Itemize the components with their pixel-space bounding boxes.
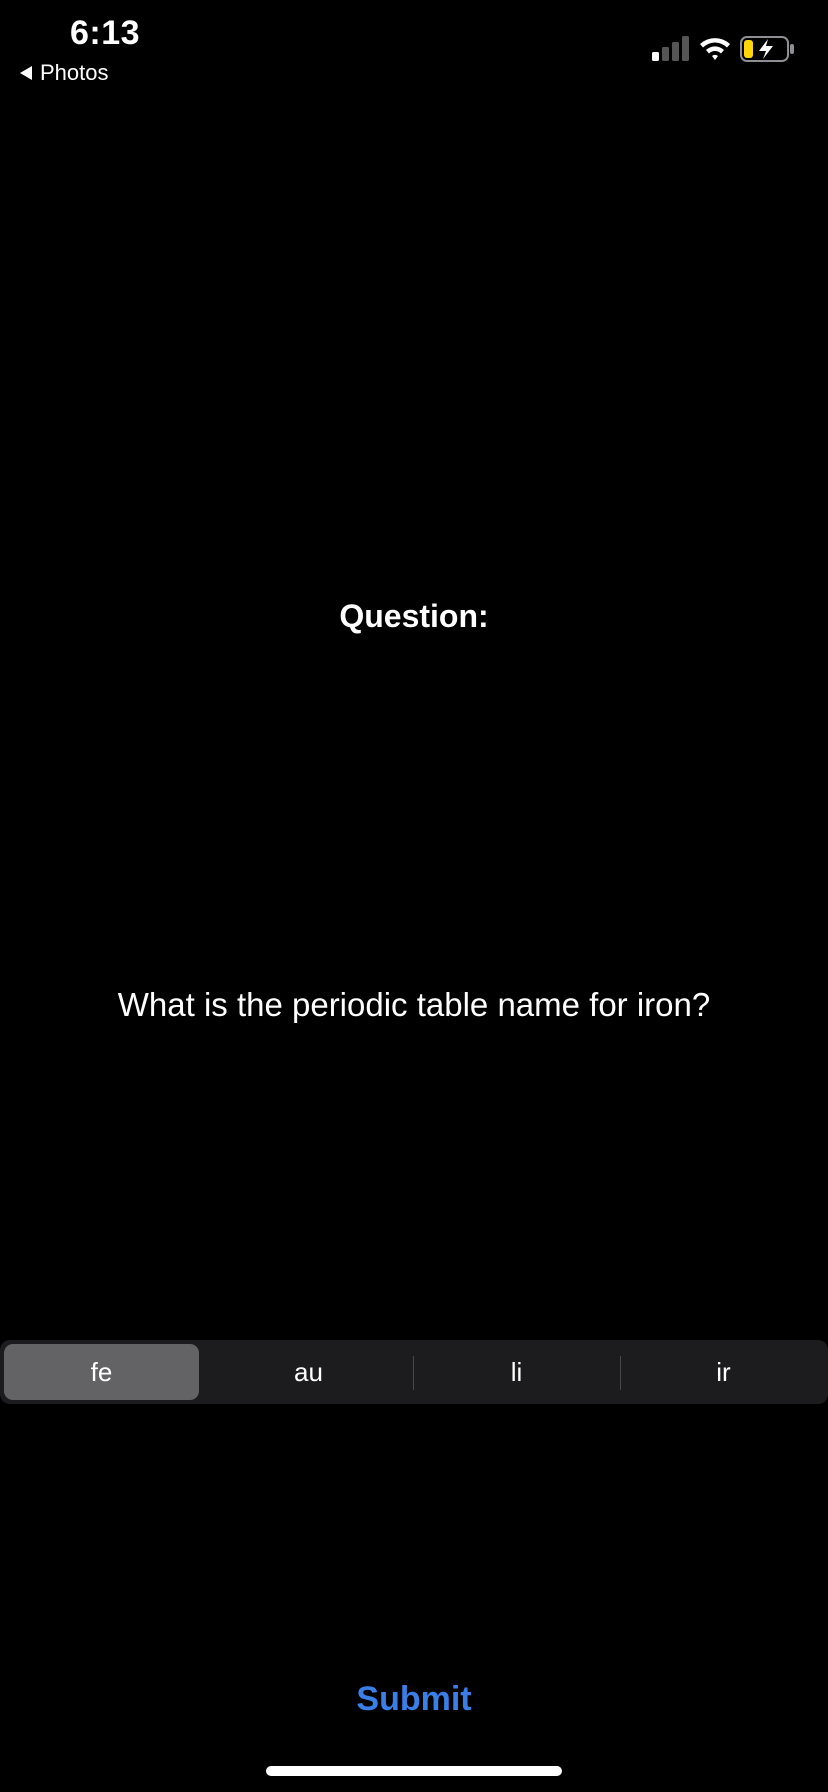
answer-segmented-control[interactable]: fe au li ir (0, 1340, 828, 1404)
signal-icon (652, 36, 689, 61)
option-ir[interactable]: ir (626, 1344, 821, 1400)
back-to-photos-link[interactable]: Photos (20, 60, 109, 86)
home-indicator[interactable] (266, 1766, 562, 1776)
back-arrow-icon (20, 66, 32, 80)
status-time: 6:13 (70, 14, 141, 52)
option-li[interactable]: li (419, 1344, 614, 1400)
back-label: Photos (40, 60, 109, 85)
segment-divider (620, 1356, 621, 1390)
question-text: What is the periodic table name for iron… (117, 986, 711, 1023)
question-heading: Question: (339, 598, 489, 634)
option-fe[interactable]: fe (4, 1344, 199, 1400)
wifi-icon (700, 38, 730, 60)
option-au[interactable]: au (211, 1344, 406, 1400)
submit-button[interactable]: Submit (0, 1680, 828, 1719)
battery-charging-icon (740, 36, 794, 62)
segment-divider (413, 1356, 414, 1390)
status-bar: 6:13 Photos (0, 0, 828, 100)
